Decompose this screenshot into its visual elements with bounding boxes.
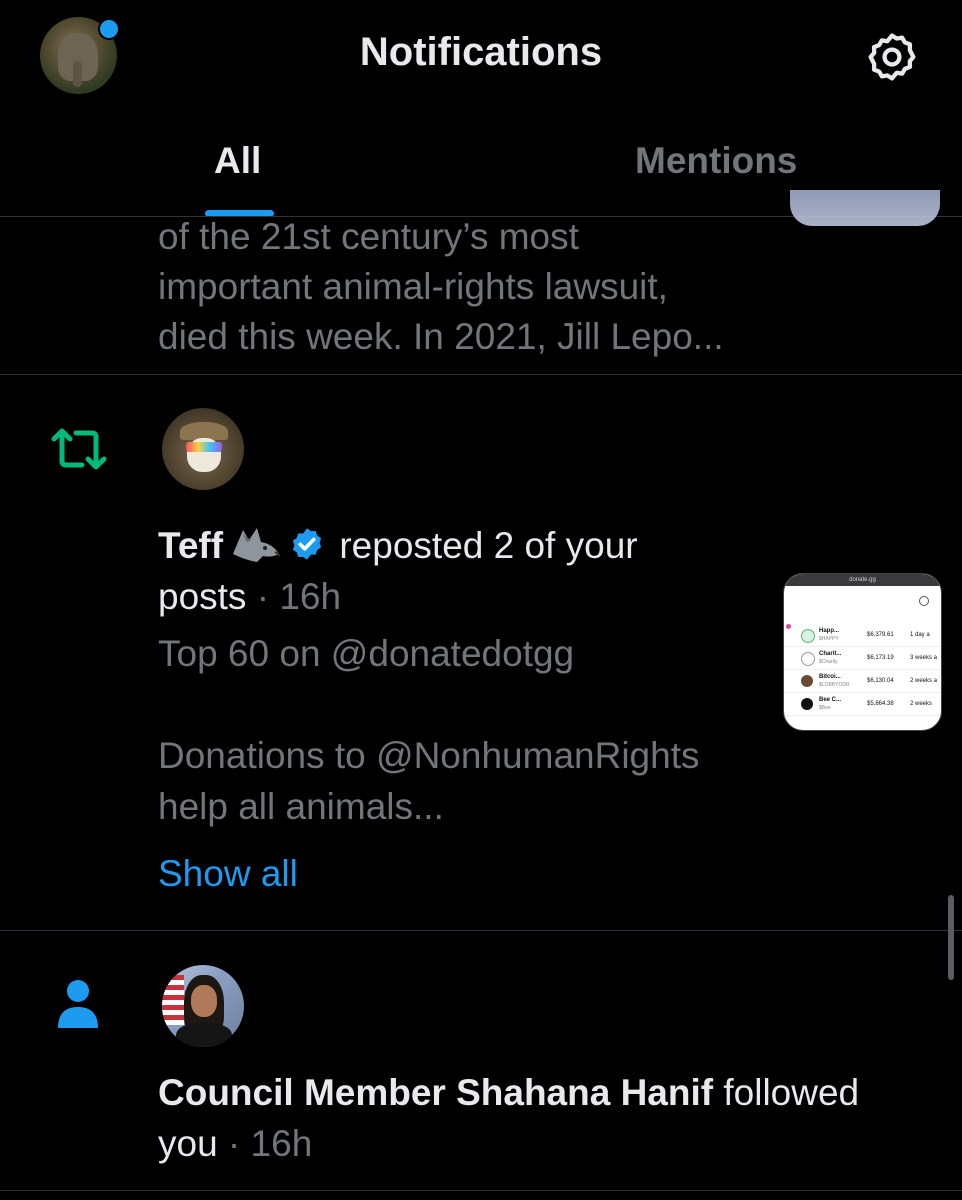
notification-divider — [0, 374, 962, 375]
row-time: 2 weeks a — [910, 678, 938, 684]
row-amount: $6,130.04 — [867, 678, 894, 684]
row-time: 1 day a — [910, 632, 930, 638]
user-name[interactable]: Teff — [158, 525, 223, 566]
row-amount: $6,173.19 — [867, 655, 894, 661]
repost-action-line2: posts — [158, 576, 247, 617]
row-ticker: $Bee — [819, 705, 831, 711]
search-icon — [919, 596, 929, 606]
post-preview-line: Top 60 on @donatedotgg — [158, 633, 575, 674]
row-ticker: $LOBBYODR — [819, 682, 850, 688]
bee-icon — [801, 698, 813, 710]
row-name: Happ... — [819, 628, 840, 634]
post-preview-line: help all animals... — [158, 786, 444, 827]
tab-all[interactable]: All — [214, 140, 261, 182]
partial-post-text[interactable]: of the 21st century’s most important ani… — [158, 212, 778, 362]
partial-post-line: died this week. In 2021, Jill Lepo... — [158, 316, 724, 357]
row-amount: $5,864.38 — [867, 701, 894, 707]
pill-icon — [801, 629, 815, 643]
timestamp: 16h — [279, 576, 342, 617]
timestamp: 16h — [250, 1123, 313, 1164]
row-time: 2 weeks — [910, 701, 933, 707]
repost-action: reposted 2 of your — [329, 525, 638, 566]
leaderboard-row: Bitcoi... $LOBBYODR $6,130.04 2 weeks a — [784, 670, 941, 693]
row-name: Bee C... — [819, 697, 842, 703]
row-name: Charit... — [819, 651, 842, 657]
avatar-body — [176, 1023, 232, 1047]
person-icon — [55, 978, 101, 1030]
flag-graphic — [162, 975, 184, 1025]
verified-badge-icon — [289, 524, 325, 560]
avatar-glasses — [186, 442, 222, 452]
row-time: 3 weeks a — [910, 655, 938, 661]
row-amount: $6,379.61 — [867, 632, 894, 638]
page-title: Notifications — [359, 30, 603, 74]
url-bar: donate.gg — [784, 574, 941, 586]
leaderboard-row: Bee C... $Bee $5,864.38 2 weeks — [784, 693, 941, 716]
row-ticker: $Charity — [819, 659, 838, 665]
separator: · — [246, 576, 280, 617]
post-thumbnail[interactable]: donate.gg Happ... $HAPPY $6,379.61 1 day… — [783, 573, 942, 731]
follow-notification-text[interactable]: Council Member Shahana Hanif followed yo… — [158, 1067, 918, 1169]
avatar-face — [191, 985, 217, 1017]
shahana-hanif-avatar[interactable] — [162, 965, 244, 1047]
follow-action-line2: you — [158, 1123, 218, 1164]
post-preview[interactable]: Top 60 on @donatedotgg Donations to @Nonh… — [158, 628, 758, 832]
partial-post-line: important animal-rights lawsuit, — [158, 266, 668, 307]
scrollbar[interactable] — [948, 895, 954, 980]
post-preview-line: Donations to @NonhumanRights — [158, 735, 700, 776]
row-ticker: $HAPPY — [819, 636, 839, 642]
charity-icon — [801, 652, 815, 666]
partial-post-thumbnail[interactable] — [790, 190, 940, 226]
partial-post-line: of the 21st century’s most — [158, 216, 579, 257]
tab-mentions[interactable]: Mentions — [635, 140, 797, 182]
follow-action: followed — [713, 1072, 860, 1113]
row-name: Bitcoi... — [819, 674, 841, 680]
repost-notification-text[interactable]: Teff reposted 2 of your posts · 16h — [158, 520, 758, 622]
leaderboard-row: Happ... $HAPPY $6,379.61 1 day a — [784, 624, 941, 647]
separator: · — [217, 1123, 251, 1164]
user-name[interactable]: Council Member Shahana Hanif — [158, 1072, 713, 1113]
show-all-link[interactable]: Show all — [158, 853, 298, 895]
gear-icon[interactable] — [865, 30, 919, 84]
leaderboard-row: Charit... $Charity $6,173.19 3 weeks a — [784, 647, 941, 670]
notification-divider — [0, 1190, 962, 1191]
repost-icon — [50, 425, 108, 473]
wolf-emoji-icon — [227, 524, 285, 564]
bitcoin-icon — [801, 675, 813, 687]
notification-divider — [0, 930, 962, 931]
teff-avatar[interactable] — [162, 408, 244, 490]
